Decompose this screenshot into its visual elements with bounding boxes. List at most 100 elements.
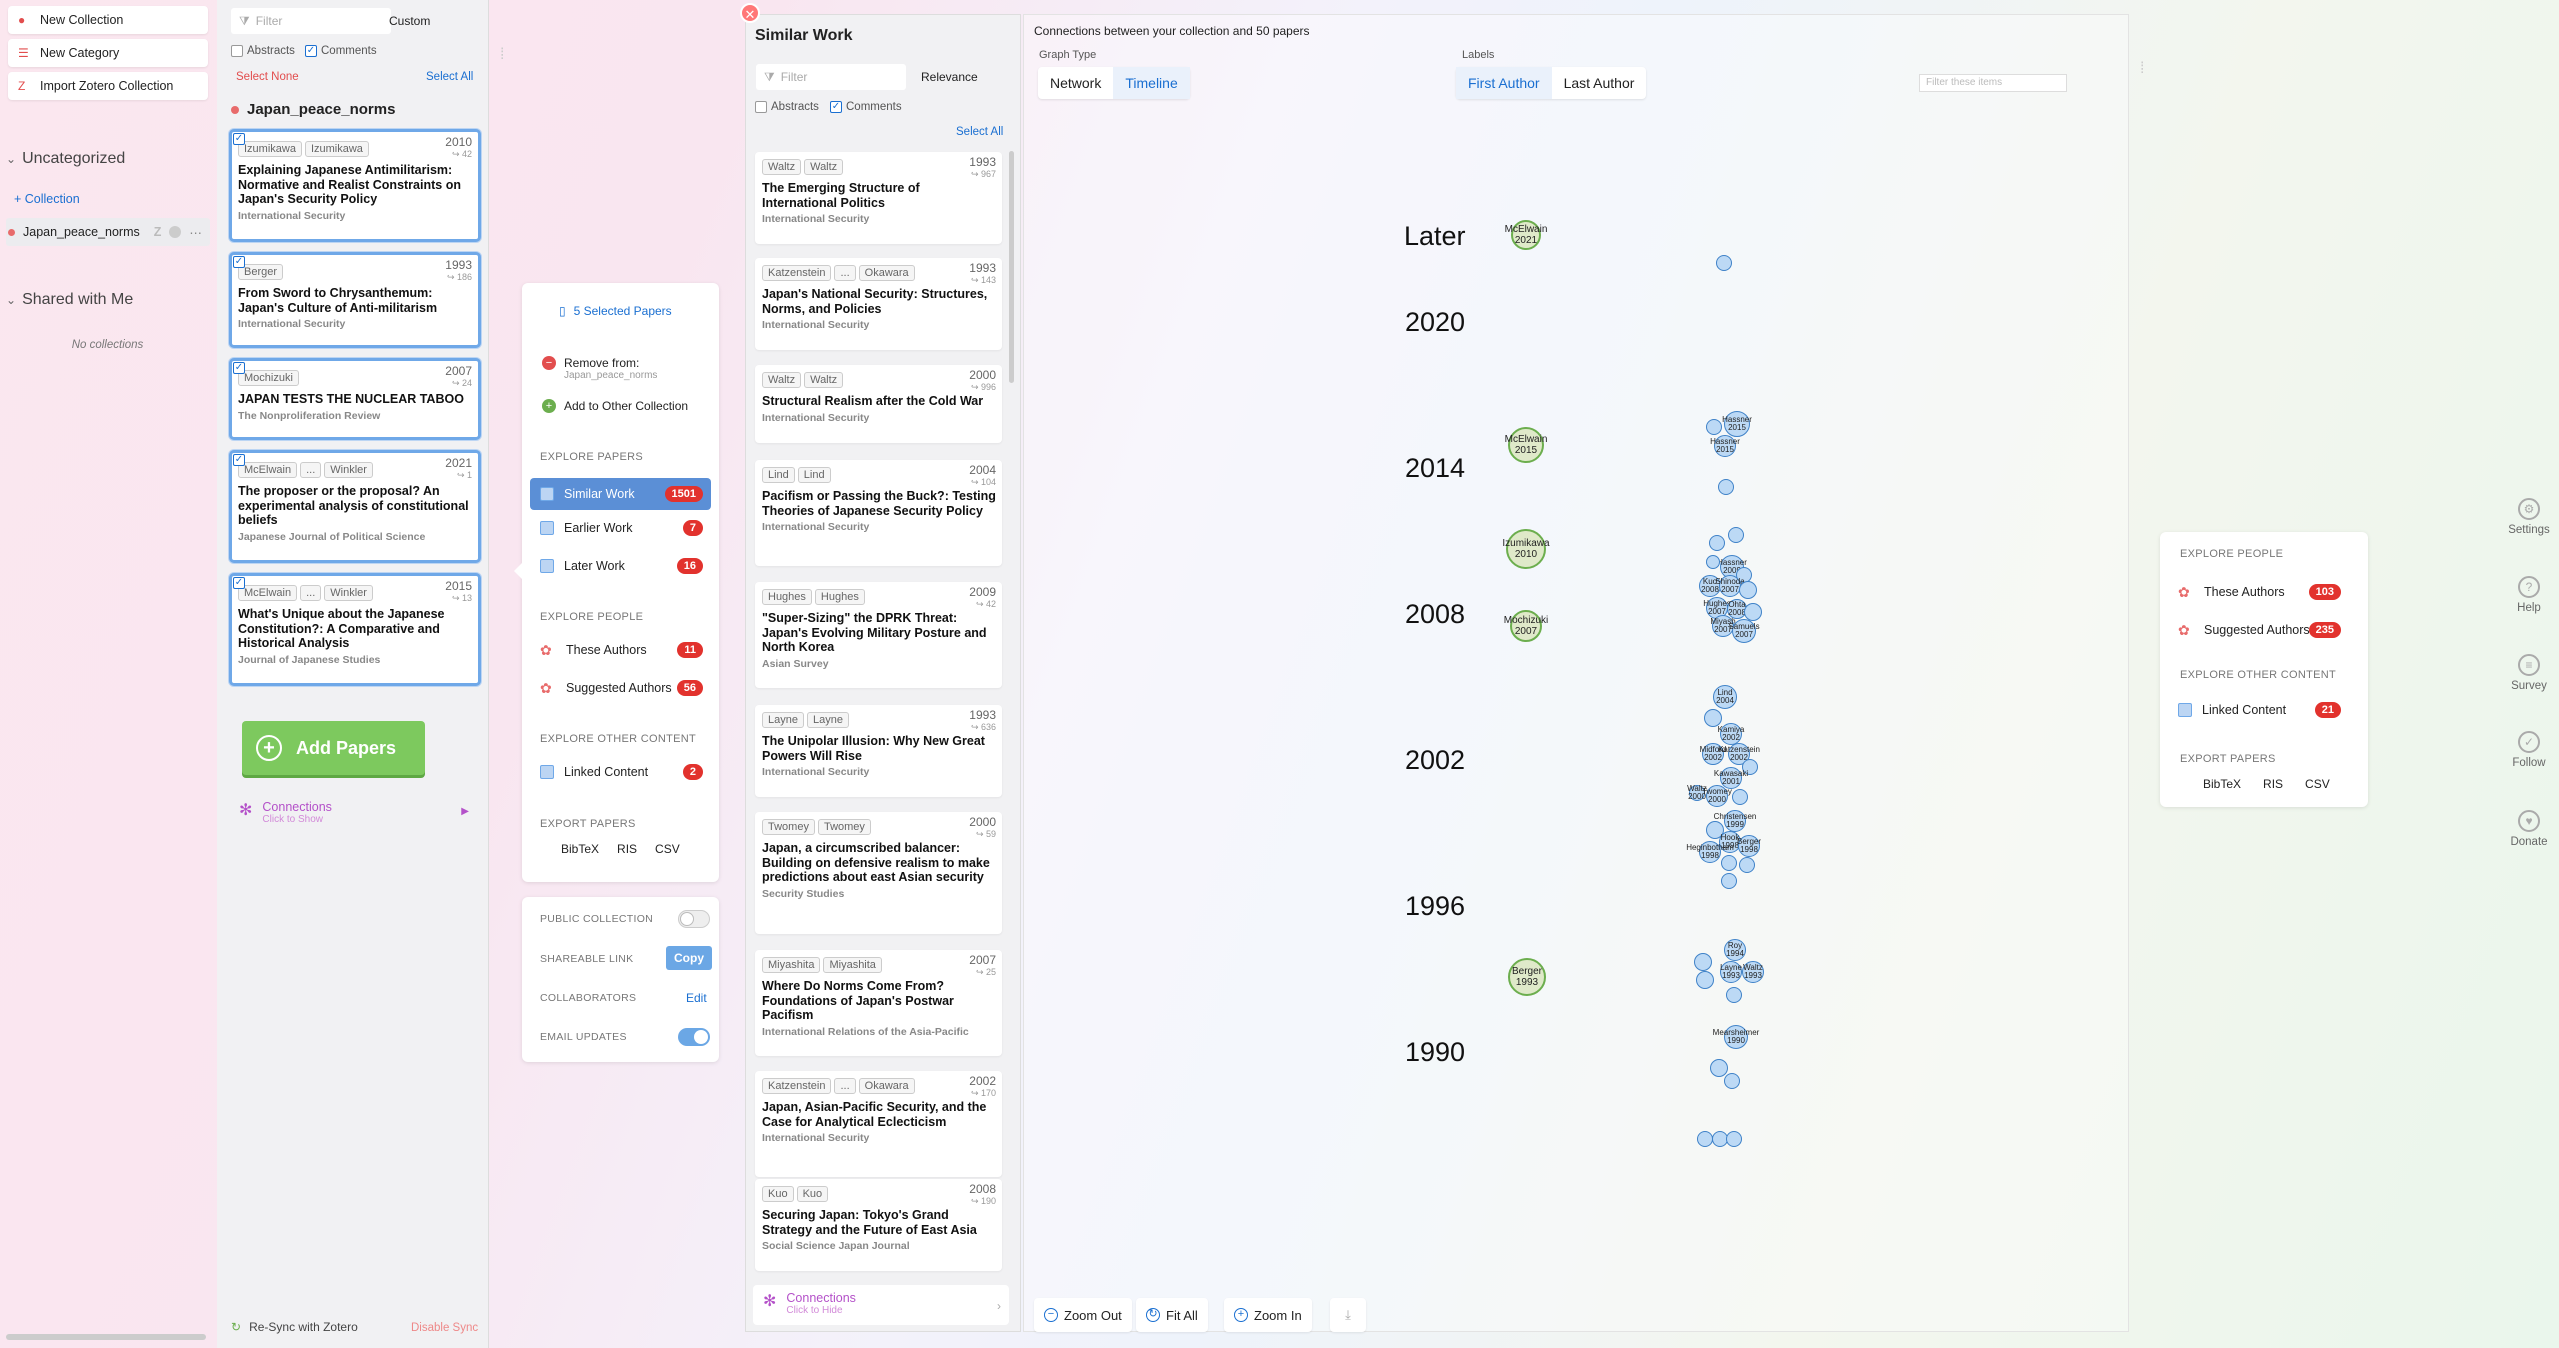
linked-content-button[interactable]: Linked Content 2 <box>530 756 711 788</box>
scrollbar[interactable] <box>6 1334 206 1340</box>
related-paper-node[interactable]: Lind 2004 <box>1713 685 1737 709</box>
author-tag[interactable]: Katzenstein <box>762 1078 832 1094</box>
similar-paper-card[interactable]: Twomey Twomey 2000 ↪ 59 Japan, a circumscr… <box>755 812 1002 934</box>
related-paper-node[interactable] <box>1728 527 1744 543</box>
related-paper-node[interactable] <box>1718 479 1734 495</box>
paper-checkbox[interactable]: ✓ <box>233 256 245 268</box>
later-work-button[interactable]: Later Work 16 <box>530 550 711 582</box>
select-none-link[interactable]: Select None <box>236 71 299 83</box>
similar-paper-card[interactable]: Katzenstein... Okawara 1993 ↪ 143 Japan's … <box>755 258 1002 350</box>
earlier-work-button[interactable]: Earlier Work 7 <box>530 512 711 544</box>
email-updates-toggle[interactable] <box>678 1028 710 1046</box>
related-paper-node[interactable]: Kamiya 2002 <box>1718 723 1744 745</box>
these-authors-button[interactable]: ✿ These Authors 11 <box>530 634 711 666</box>
related-paper-node[interactable]: Waltz 1993 <box>1742 961 1764 983</box>
zoom-out-button[interactable]: − Zoom Out <box>1034 1298 1132 1332</box>
author-tag[interactable]: Layne <box>806 712 849 728</box>
suggested-authors-button[interactable]: ✿ Suggested Authors 56 <box>530 672 711 704</box>
related-paper-node[interactable]: Mearsheimer 1990 <box>1713 1025 1759 1049</box>
author-tag[interactable]: Okawara <box>858 1078 915 1094</box>
related-paper-node[interactable] <box>1709 535 1725 551</box>
related-paper-node[interactable]: Roy 1994 <box>1724 939 1746 961</box>
close-icon[interactable]: ✕ <box>740 3 760 23</box>
author-tag[interactable]: Waltz <box>762 159 802 175</box>
related-paper-node[interactable]: Shinoda 2007 <box>1715 575 1745 597</box>
timeline-tab[interactable]: Timeline <box>1113 67 1190 99</box>
author-ellipsis[interactable]: ... <box>834 265 856 281</box>
related-paper-node[interactable]: Samuels 2007 <box>1728 619 1760 643</box>
related-paper-node[interactable]: Hassner 2015 <box>1722 411 1752 437</box>
author-tag[interactable]: Miyashita <box>823 957 882 973</box>
download-icon[interactable]: ⤓ <box>1330 1298 1366 1332</box>
more-icon[interactable]: ⋯ <box>189 225 202 240</box>
author-tag[interactable]: Hughes <box>814 589 865 605</box>
related-paper-node[interactable]: Kawasaki 2001 <box>1714 767 1748 789</box>
collection-paper-node[interactable]: Berger 1993 <box>1508 958 1546 996</box>
connections-toggle[interactable]: ✻ Connections Click to Hide › <box>753 1285 1009 1325</box>
author-tag[interactable]: Twomey <box>762 819 815 835</box>
author-ellipsis[interactable]: ... <box>834 1078 856 1094</box>
related-paper-node[interactable] <box>1739 581 1757 599</box>
first-author-tab[interactable]: First Author <box>1456 67 1552 99</box>
author-tag[interactable]: Izumikawa <box>238 141 302 157</box>
paper-checkbox[interactable]: ✓ <box>233 362 245 374</box>
related-paper-node[interactable] <box>1710 1059 1728 1077</box>
fit-all-button[interactable]: ↻ Fit All <box>1136 1298 1208 1332</box>
abstracts-toggle[interactable]: Abstracts <box>231 45 295 57</box>
panel-resize-handle[interactable]: ⁞ <box>2140 60 2144 78</box>
paper-checkbox[interactable]: ✓ <box>233 133 245 145</box>
related-paper-node[interactable] <box>1706 555 1720 569</box>
select-all-link[interactable]: Select All <box>956 126 1003 138</box>
settings-nav[interactable]: ⚙ Settings <box>2500 498 2558 536</box>
similar-paper-card[interactable]: Waltz Waltz 2000 ↪ 996 Structural Realism … <box>755 365 1002 443</box>
related-paper-node[interactable] <box>1697 1131 1713 1147</box>
related-paper-node[interactable] <box>1716 255 1732 271</box>
papers-filter-input[interactable]: ⧩ Filter <box>231 8 391 34</box>
related-paper-node[interactable] <box>1696 971 1714 989</box>
edit-collaborators-link[interactable]: Edit <box>686 991 707 1005</box>
export-ris-link[interactable]: RIS <box>617 842 637 856</box>
export-ris-link[interactable]: RIS <box>2263 777 2283 791</box>
paper-card[interactable]: ✓ McElwain... Winkler 2021 ↪ 1 The propose… <box>229 450 481 563</box>
related-paper-node[interactable] <box>1721 873 1737 889</box>
author-tag[interactable]: Layne <box>762 712 804 728</box>
shared-header[interactable]: ⌄ Shared with Me <box>6 291 133 309</box>
similar-work-button[interactable]: Similar Work 1501 <box>530 478 711 510</box>
paper-card[interactable]: ✓ Berger 1993 ↪ 186 From Sword to Chrysan… <box>229 252 481 348</box>
collection-paper-node[interactable]: McElwain 2021 <box>1505 220 1547 250</box>
related-paper-node[interactable] <box>1726 1131 1742 1147</box>
related-paper-node[interactable] <box>1739 857 1755 873</box>
similar-paper-card[interactable]: Layne Layne 1993 ↪ 636 The Unipolar Illusi… <box>755 705 1002 797</box>
graph-these-authors-button[interactable]: ✿ These Authors 103 <box>2168 576 2349 608</box>
author-ellipsis[interactable]: ... <box>300 462 322 478</box>
author-tag[interactable]: Kuo <box>796 1186 829 1202</box>
related-paper-node[interactable]: Hassner 2015 <box>1710 435 1740 457</box>
graph-suggested-authors-button[interactable]: ✿ Suggested Authors 235 <box>2168 614 2349 646</box>
export-csv-link[interactable]: CSV <box>2305 777 2330 791</box>
paper-card[interactable]: ✓ Izumikawa Izumikawa 2010 ↪ 42 Explaining… <box>229 129 481 242</box>
related-paper-node[interactable]: Layne 1993 <box>1720 961 1742 983</box>
related-paper-node[interactable] <box>1744 603 1762 621</box>
zoom-in-button[interactable]: + Zoom In <box>1224 1298 1312 1332</box>
similar-paper-card[interactable]: Lind Lind 2004 ↪ 104 Pacifism or Passing t… <box>755 460 1002 566</box>
select-all-link[interactable]: Select All <box>426 71 473 83</box>
comments-toggle[interactable]: ✓ Comments <box>305 45 377 57</box>
paper-card[interactable]: ✓ Mochizuki 2007 ↪ 24 JAPAN TESTS THE NUC… <box>229 358 481 440</box>
resync-button[interactable]: ↻ Re-Sync with Zotero <box>231 1320 358 1334</box>
similar-paper-card[interactable]: Waltz Waltz 1993 ↪ 967 The Emerging Struct… <box>755 152 1002 244</box>
remove-from-collection-button[interactable]: − Remove from: Japan_peace_norms <box>542 356 657 381</box>
help-nav[interactable]: ? Help <box>2500 576 2558 614</box>
public-collection-toggle[interactable] <box>678 910 710 928</box>
graph-linked-content-button[interactable]: Linked Content 21 <box>2168 694 2349 726</box>
follow-nav[interactable]: ✓ Follow <box>2500 731 2558 769</box>
author-tag[interactable]: Twomey <box>817 819 871 835</box>
collection-paper-node[interactable]: Mochizuki 2007 <box>1504 610 1548 642</box>
new-collection-button[interactable]: ● New Collection <box>8 6 208 34</box>
author-tag[interactable]: Izumikawa <box>304 141 369 157</box>
author-ellipsis[interactable]: ... <box>300 585 322 601</box>
related-paper-node[interactable] <box>1706 419 1722 435</box>
sort-relevance-select[interactable]: Relevance <box>921 70 978 84</box>
collection-paper-node[interactable]: Izumikawa 2010 <box>1502 529 1550 569</box>
export-bibtex-link[interactable]: BibTeX <box>561 842 599 856</box>
related-paper-node[interactable] <box>1724 1073 1740 1089</box>
